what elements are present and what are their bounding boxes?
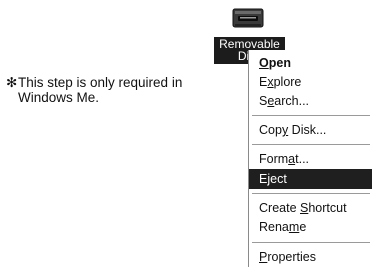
- menu-item-create-shortcut[interactable]: Create Shortcut: [249, 198, 372, 218]
- menu-item-eject[interactable]: Eject: [249, 169, 372, 189]
- menu-item-explore[interactable]: Explore: [249, 72, 372, 92]
- footnote: ✻ This step is only required in Windows …: [6, 75, 236, 105]
- menu-item-rename[interactable]: Rename: [249, 217, 372, 237]
- menu-item-open[interactable]: Open: [249, 53, 372, 73]
- menu-separator: [252, 193, 370, 195]
- context-menu: Open Explore Search... Copy Disk... Form…: [248, 50, 372, 267]
- menu-separator: [252, 115, 370, 117]
- footnote-text: This step is only required in Windows Me…: [18, 75, 183, 105]
- menu-item-copy-disk[interactable]: Copy Disk...: [249, 120, 372, 140]
- menu-item-properties[interactable]: Properties: [249, 247, 372, 267]
- asterisk-icon: ✻: [6, 75, 18, 90]
- removable-disk-icon[interactable]: [232, 6, 264, 30]
- menu-separator: [252, 242, 370, 244]
- menu-item-format[interactable]: Format...: [249, 149, 372, 169]
- menu-separator: [252, 144, 370, 146]
- menu-item-search[interactable]: Search...: [249, 91, 372, 111]
